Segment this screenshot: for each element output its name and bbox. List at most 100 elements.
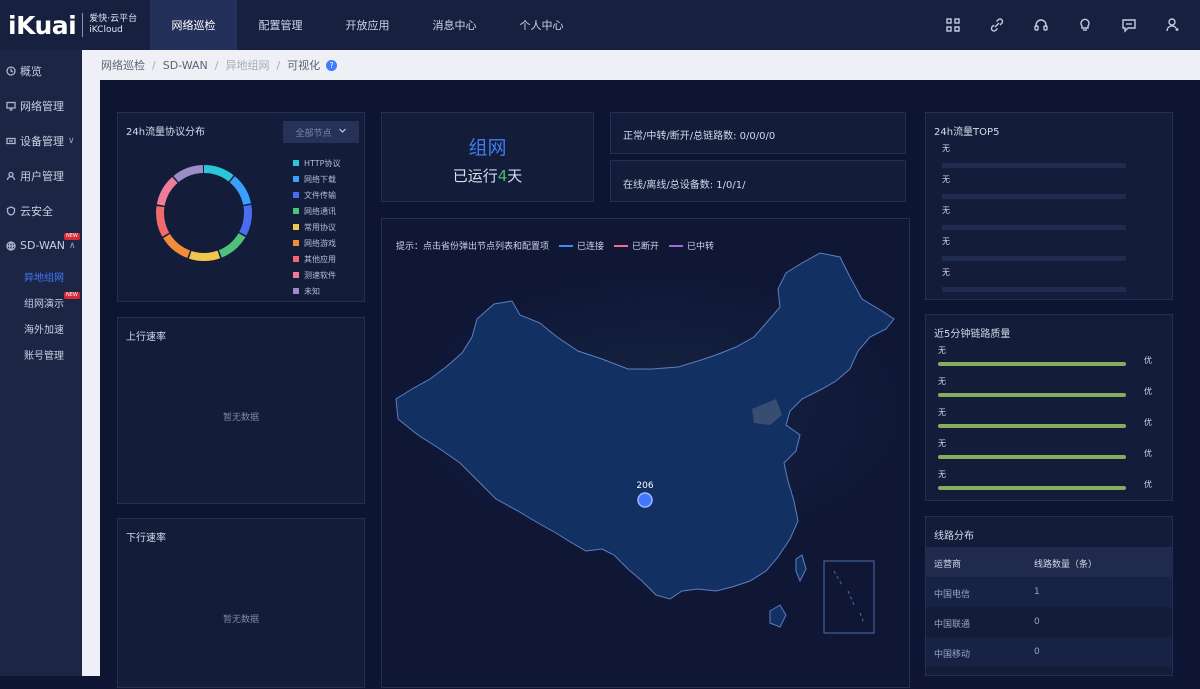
china-map[interactable]: 206 — [382, 219, 911, 689]
nav-network-inspection[interactable]: 网络巡检 — [150, 0, 237, 50]
sidebar-subitem-remote-networking[interactable]: 异地组网 — [0, 263, 82, 289]
top-navigation-bar: iKuai 爱快·云平台 iKCloud 网络巡检 配置管理 开放应用 消息中心… — [0, 0, 1200, 50]
legend-item[interactable]: 网络游戏 — [293, 235, 340, 251]
monitor-icon — [6, 101, 16, 111]
legend-item[interactable]: 其他应用 — [293, 251, 340, 267]
sidebar-subitem-network-demo[interactable]: 组网演示 NEW — [0, 289, 82, 315]
quality-grade: 优 — [1144, 449, 1152, 458]
carrier-cell: 中国移动 — [934, 650, 971, 660]
upload-rate-panel: 上行速率 暂无数据 — [117, 317, 365, 504]
user-settings-icon[interactable] — [1164, 16, 1182, 34]
legend-item[interactable]: 文件传输 — [293, 187, 340, 203]
sidebar-item-users[interactable]: 用户管理 — [0, 158, 82, 193]
top5-row: 无 — [942, 174, 1126, 199]
panel-title: 上行速率 — [126, 332, 166, 343]
carrier-cell: 中国电信 — [934, 590, 971, 600]
link-stats-text: 正常/中转/断开/总链路数: 0/0/0/0 — [623, 131, 776, 142]
line-count-cell: 0 — [1034, 617, 1040, 627]
quality-row: 无优 — [938, 345, 1152, 366]
nav-message-center[interactable]: 消息中心 — [411, 0, 498, 50]
uptime-suffix: 天 — [507, 167, 523, 185]
top5-row-bar — [942, 163, 1126, 168]
sidebar: 概览 网络管理 设备管理 ∨ 用户管理 云安全 SD-WAN ∧ NEW 异地组… — [0, 50, 82, 676]
chevron-down-icon — [338, 126, 347, 138]
taiwan-island[interactable] — [795, 554, 807, 583]
legend-swatch — [293, 224, 299, 230]
column-header-carrier: 运营商 — [934, 560, 962, 570]
quality-row: 无优 — [938, 438, 1152, 459]
new-badge: NEW — [64, 292, 80, 299]
main-nav: 网络巡检 配置管理 开放应用 消息中心 个人中心 — [150, 0, 585, 50]
legend-label: 文件传输 — [304, 190, 336, 200]
breadcrumb-sdwan[interactable]: SD-WAN — [163, 59, 208, 72]
logo-subtitle: 爱快·云平台 iKCloud — [89, 14, 137, 36]
grid-icon[interactable] — [944, 16, 962, 34]
map-node-marker[interactable] — [637, 492, 653, 508]
content-gutter — [82, 80, 100, 676]
quality-grade: 优 — [1144, 387, 1152, 396]
empty-state-text: 暂无数据 — [222, 615, 259, 625]
download-rate-panel: 下行速率 暂无数据 — [117, 518, 365, 688]
headset-icon[interactable] — [1032, 16, 1050, 34]
legend-swatch — [293, 176, 299, 182]
china-map-shape[interactable] — [395, 252, 895, 600]
brand-logo[interactable]: iKuai 爱快·云平台 iKCloud — [0, 0, 150, 50]
legend-item[interactable]: 未知 — [293, 283, 340, 299]
quality-row-label: 无 — [938, 377, 946, 386]
breadcrumb-separator: / — [276, 58, 281, 72]
line-count-cell: 1 — [1034, 587, 1040, 597]
hainan-island[interactable] — [769, 604, 787, 628]
table-row: 中国联通 0 — [926, 607, 1172, 637]
breadcrumb-network-inspection[interactable]: 网络巡检 — [101, 57, 145, 73]
top5-row: 无 — [942, 205, 1126, 230]
panel-title: 近5分钟链路质量 — [934, 329, 1011, 340]
shield-icon — [6, 205, 16, 216]
legend-swatch — [293, 240, 299, 246]
sidebar-item-sdwan[interactable]: SD-WAN ∧ NEW — [0, 228, 82, 263]
user-icon — [6, 171, 16, 181]
uptime-prefix: 已运行 — [452, 167, 498, 185]
link-icon[interactable] — [988, 16, 1006, 34]
legend-label: 常用协议 — [304, 222, 336, 232]
sidebar-item-overview[interactable]: 概览 — [0, 53, 82, 88]
legend-label: 网络下载 — [304, 174, 336, 184]
logo-subtitle-cn: 爱快·云平台 — [89, 14, 138, 24]
legend-item[interactable]: 常用协议 — [293, 219, 340, 235]
top5-row-label: 无 — [942, 144, 950, 153]
sidebar-item-label: 云安全 — [20, 204, 53, 218]
top5-row-bar — [942, 194, 1126, 199]
table-row: 中国移动 0 — [926, 637, 1172, 667]
breadcrumb-remote-networking[interactable]: 异地组网 — [225, 57, 269, 73]
legend-item[interactable]: 测速软件 — [293, 267, 340, 283]
legend-item[interactable]: 网络下载 — [293, 171, 340, 187]
legend-item[interactable]: HTTP协议 — [293, 155, 340, 171]
node-select[interactable]: 全部节点 — [283, 121, 359, 143]
quality-row-label: 无 — [938, 346, 946, 355]
sidebar-subitem-account-management[interactable]: 账号管理 — [0, 341, 82, 367]
chevron-down-icon: ∨ — [68, 135, 75, 146]
sidebar-item-label: 概览 — [20, 64, 42, 78]
sidebar-item-network[interactable]: 网络管理 — [0, 88, 82, 123]
sidebar-item-devices[interactable]: 设备管理 ∨ — [0, 123, 82, 158]
nav-personal-center[interactable]: 个人中心 — [498, 0, 585, 50]
quality-grade: 优 — [1144, 356, 1152, 365]
protocol-legend: HTTP协议网络下载文件传输网络通讯常用协议网络游戏其他应用 测速软件 未知 — [293, 155, 340, 299]
panel-title: 24h流量协议分布 — [126, 127, 206, 138]
sidebar-subitem-overseas-acceleration[interactable]: 海外加速 — [0, 315, 82, 341]
sidebar-item-cloud-security[interactable]: 云安全 — [0, 193, 82, 228]
traffic-top5-panel: 24h流量TOP5 无 无 无 无 无 — [925, 112, 1173, 300]
legend-swatch — [293, 160, 299, 166]
legend-label: 网络游戏 — [304, 238, 336, 248]
breadcrumb-separator: / — [214, 58, 219, 72]
lightbulb-icon[interactable] — [1076, 16, 1094, 34]
help-icon[interactable]: ? — [326, 59, 338, 71]
top5-row-label: 无 — [942, 206, 950, 215]
panel-title: 24h流量TOP5 — [934, 127, 1000, 138]
nav-config-management[interactable]: 配置管理 — [237, 0, 324, 50]
quality-row-bar — [938, 486, 1126, 490]
quality-row: 无优 — [938, 407, 1152, 428]
chat-icon[interactable] — [1120, 16, 1138, 34]
nav-open-apps[interactable]: 开放应用 — [324, 0, 411, 50]
quality-row-label: 无 — [938, 439, 946, 448]
legend-item[interactable]: 网络通讯 — [293, 203, 340, 219]
